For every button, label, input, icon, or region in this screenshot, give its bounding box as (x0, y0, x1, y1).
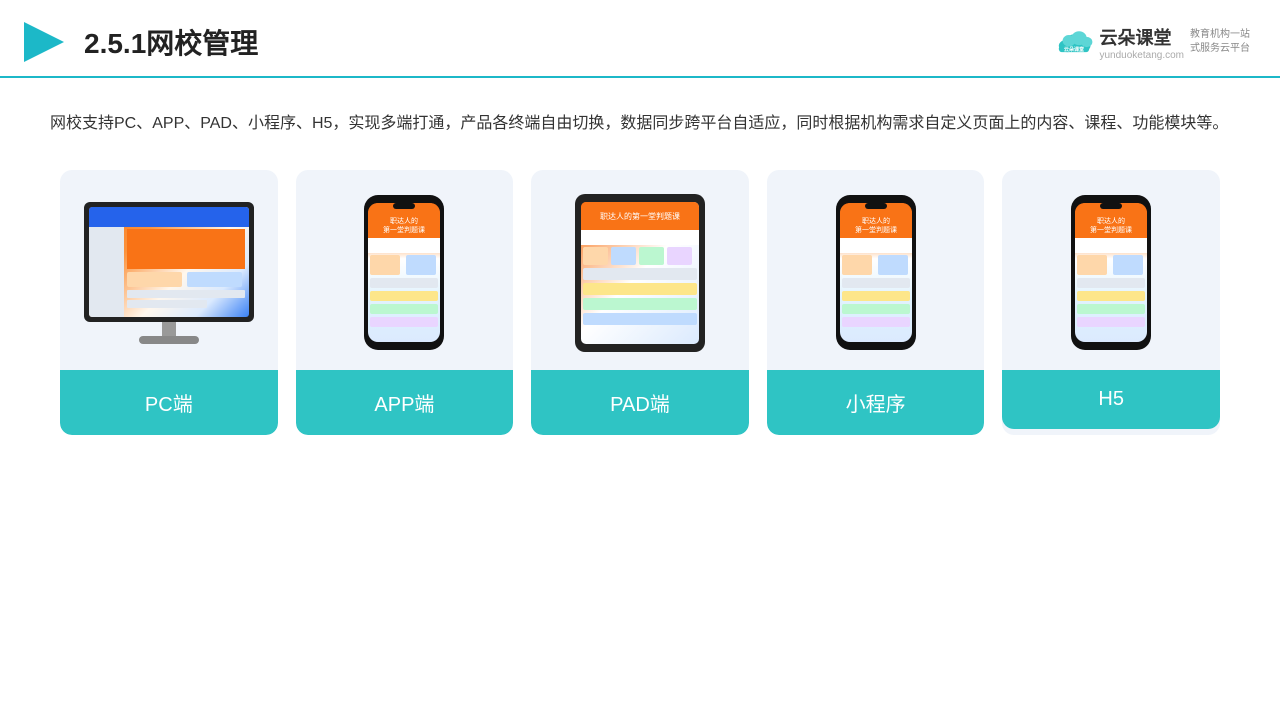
cards-container: PC端 APP端 PA (50, 170, 1230, 435)
page-title: 2.5.1网校管理 (84, 22, 258, 62)
tablet-screen (581, 202, 699, 344)
card-app-label: APP端 (296, 370, 514, 435)
phone-screen-h5 (1075, 203, 1147, 342)
phone-mockup-h5 (1071, 195, 1151, 350)
phone-mockup-mini (836, 195, 916, 350)
phone-notch-h5 (1100, 203, 1122, 209)
card-app-image (296, 170, 514, 370)
main-content: 网校支持PC、APP、PAD、小程序、H5，实现多端打通，产品各终端自由切换，数… (0, 78, 1280, 455)
card-h5-label: H5 (1002, 370, 1220, 429)
phone-screen-mini (840, 203, 912, 342)
monitor-screen (89, 207, 249, 317)
monitor-screen-content (89, 207, 249, 317)
card-miniprogram-image (767, 170, 985, 370)
phone-screen-app (368, 203, 440, 342)
card-pc-image (60, 170, 278, 370)
tablet-mockup (575, 194, 705, 352)
play-icon (20, 18, 68, 66)
logo-name: 云朵课堂 (1099, 24, 1184, 50)
card-miniprogram: 小程序 (767, 170, 985, 435)
cloud-icon: 云朵课堂 (1055, 28, 1093, 56)
page-header: 2.5.1网校管理 云朵课堂 云朵课堂 yunduoketang.com 教育机… (0, 0, 1280, 78)
svg-text:云朵课堂: 云朵课堂 (1064, 46, 1084, 53)
card-pad-label: PAD端 (531, 370, 749, 435)
card-pad: PAD端 (531, 170, 749, 435)
phone-screen-inner-h5 (1075, 203, 1147, 342)
phone-screen-inner-mini (840, 203, 912, 342)
phone-notch-app (393, 203, 415, 209)
monitor-base (139, 336, 199, 344)
logo-area: 云朵课堂 云朵课堂 yunduoketang.com 教育机构一站式服务云平台 (1055, 24, 1250, 61)
logo-url: yunduoketang.com (1099, 50, 1184, 61)
card-h5-image (1002, 170, 1220, 370)
description-text: 网校支持PC、APP、PAD、小程序、H5，实现多端打通，产品各终端自由切换，数… (50, 108, 1230, 140)
card-pc-label: PC端 (60, 370, 278, 435)
card-h5: H5 (1002, 170, 1220, 435)
phone-mockup-app (364, 195, 444, 350)
phone-screen-inner-app (368, 203, 440, 342)
card-app: APP端 (296, 170, 514, 435)
logo-cloud: 云朵课堂 云朵课堂 yunduoketang.com 教育机构一站式服务云平台 (1055, 24, 1250, 61)
header-left: 2.5.1网校管理 (20, 18, 258, 66)
monitor-stand-neck (162, 322, 176, 336)
card-pad-image (531, 170, 749, 370)
logo-tagline: 教育机构一站式服务云平台 (1190, 28, 1250, 56)
phone-notch-mini (865, 203, 887, 209)
card-miniprogram-label: 小程序 (767, 370, 985, 435)
pc-mockup (84, 202, 254, 344)
card-pc: PC端 (60, 170, 278, 435)
monitor (84, 202, 254, 322)
tablet-screen-inner (581, 202, 699, 344)
